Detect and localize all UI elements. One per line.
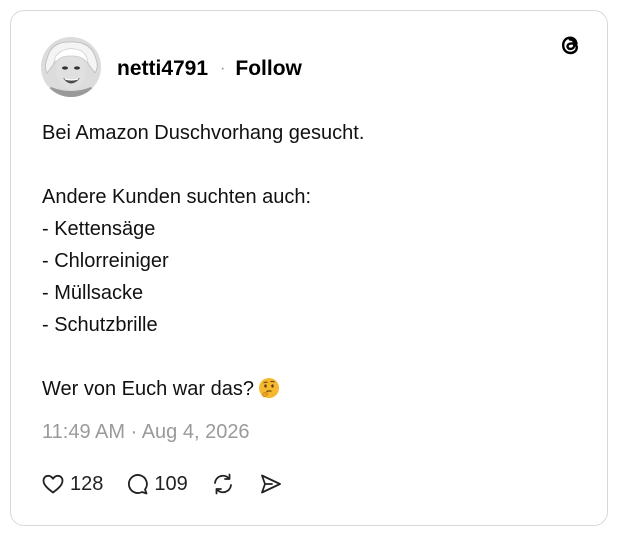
post-line-text: Wer von Euch war das? [42,378,254,400]
post-line: - Chlorreiniger [42,250,169,272]
post-line: - Kettensäge [42,218,156,240]
like-button[interactable]: 128 [41,472,103,496]
threads-logo-icon [561,36,578,55]
follow-button[interactable]: Follow [235,57,302,81]
comment-icon [128,474,149,495]
avatar[interactable] [41,37,101,97]
post-line: - Schutzbrille [42,314,158,336]
like-count: 128 [70,472,104,495]
post-timestamp: 11:49 AM · Aug 4, 2026 [42,421,250,443]
share-button[interactable] [258,471,284,497]
username-link[interactable]: netti4791 [117,57,208,81]
avatar-image [41,37,101,97]
post-line [42,149,364,181]
heart-icon [42,474,64,494]
post-line [42,341,364,373]
post-header: netti4791 · Follow [117,57,302,81]
post-actions: 128 109 [41,471,306,497]
send-icon [260,474,281,494]
reply-button[interactable]: 109 [125,472,188,496]
post-line: - Müllsacke [42,282,144,304]
reply-count: 109 [154,472,188,495]
repost-button[interactable] [210,471,236,497]
post-line-last: Wer von Euch war das? [42,373,364,405]
repost-icon [213,473,232,495]
threads-logo[interactable] [557,31,585,59]
post-card: netti4791 · Follow Bei Amazon Duschvorha… [10,10,608,526]
post-line: Bei Amazon Duschvorhang gesucht. [42,122,365,144]
thinking-face-emoji-icon [258,378,279,398]
header-separator: · [220,60,226,77]
post-line: Andere Kunden suchten auch: [42,186,312,208]
post-body: Bei Amazon Duschvorhang gesucht. Andere … [42,117,364,405]
